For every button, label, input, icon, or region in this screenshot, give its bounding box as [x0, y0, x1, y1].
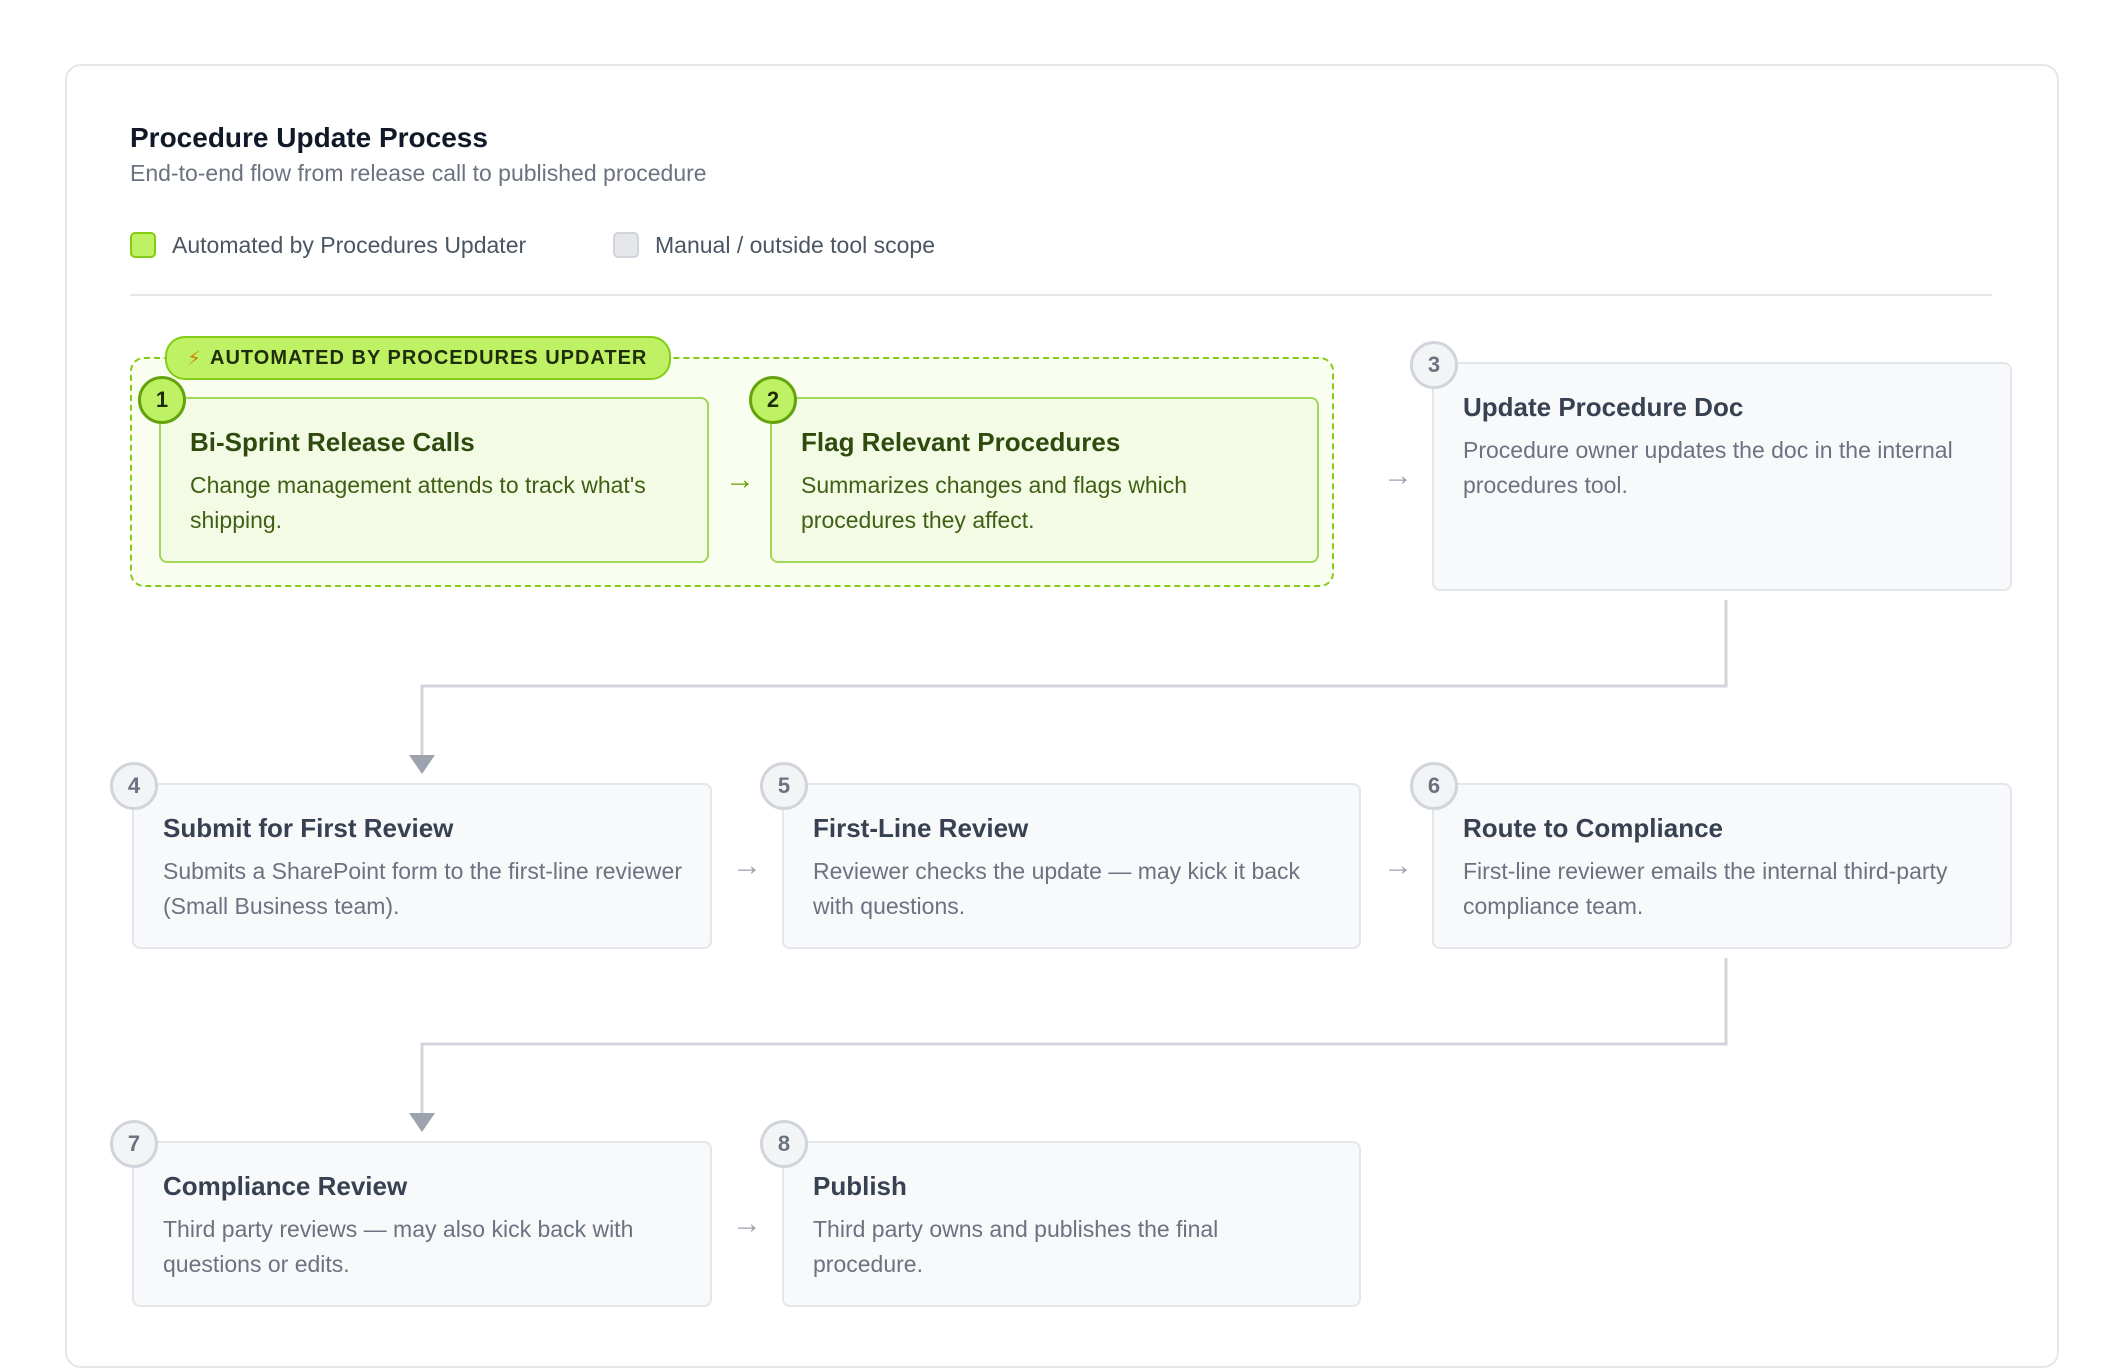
step-description: First-line reviewer emails the internal … [1463, 858, 1948, 919]
step-card-3[interactable]: Update Procedure Doc Procedure owner upd… [1432, 362, 2012, 591]
connector-3-to-4-arrowhead [409, 755, 435, 774]
arrow-right-icon: → [732, 1207, 762, 1240]
step-number-badge: 5 [760, 762, 808, 810]
lightning-bolt-icon: ⚡ [187, 347, 203, 370]
step-title: Flag Relevant Procedures [801, 427, 1121, 457]
step-card-6[interactable]: Route to Compliance First-line reviewer … [1432, 783, 2012, 949]
step-description: Reviewer checks the update — may kick it… [813, 858, 1301, 919]
step-number-badge: 3 [1410, 341, 1458, 389]
step-number-badge: 1 [138, 376, 186, 424]
step-title: Publish [813, 1171, 907, 1201]
step-description: Submits a SharePoint form to the first-l… [163, 858, 682, 919]
step-description: Third party owns and publishes the final… [813, 1216, 1219, 1277]
arrow-right-icon: → [1383, 849, 1413, 882]
arrow-right-icon: → [1383, 459, 1413, 492]
step-number-badge: 6 [1410, 762, 1458, 810]
step-number-badge: 8 [760, 1120, 808, 1168]
automated-zone-tag: ⚡ AUTOMATED BY PROCEDURES UPDATER [165, 336, 672, 380]
step-title: Update Procedure Doc [1463, 392, 1744, 422]
step-card-8[interactable]: Publish Third party owns and publishes t… [782, 1141, 1361, 1307]
connector-6-to-7-arrowhead [409, 1113, 435, 1132]
step-card-2[interactable]: Flag Relevant Procedures Summarizes chan… [770, 397, 1319, 563]
step-title: Compliance Review [163, 1171, 408, 1201]
step-number-badge: 4 [110, 762, 158, 810]
step-title: Route to Compliance [1463, 813, 1724, 843]
connector-3-to-4 [420, 600, 1728, 755]
step-card-1[interactable]: Bi-Sprint Release Calls Change managemen… [159, 397, 709, 563]
connector-6-to-7 [420, 958, 1728, 1113]
step-description: Change management attends to track what'… [190, 472, 646, 533]
step-number-badge: 7 [110, 1120, 158, 1168]
step-title: First-Line Review [813, 813, 1029, 843]
arrow-right-icon: → [725, 463, 755, 496]
step-number-badge: 2 [749, 376, 797, 424]
step-title: Bi-Sprint Release Calls [190, 427, 475, 457]
step-card-5[interactable]: First-Line Review Reviewer checks the up… [782, 783, 1361, 949]
step-card-4[interactable]: Submit for First Review Submits a ShareP… [132, 783, 712, 949]
flow-connectors [409, 600, 1728, 1132]
step-description: Third party reviews — may also kick back… [163, 1216, 634, 1277]
automated-zone-tag-label: AUTOMATED BY PROCEDURES UPDATER [210, 346, 648, 369]
step-title: Submit for First Review [163, 813, 454, 843]
step-description: Summarizes changes and flags which proce… [801, 472, 1188, 533]
arrow-right-icon: → [732, 849, 762, 882]
step-card-7[interactable]: Compliance Review Third party reviews — … [132, 1141, 712, 1307]
step-description: Procedure owner updates the doc in the i… [1463, 437, 1953, 498]
